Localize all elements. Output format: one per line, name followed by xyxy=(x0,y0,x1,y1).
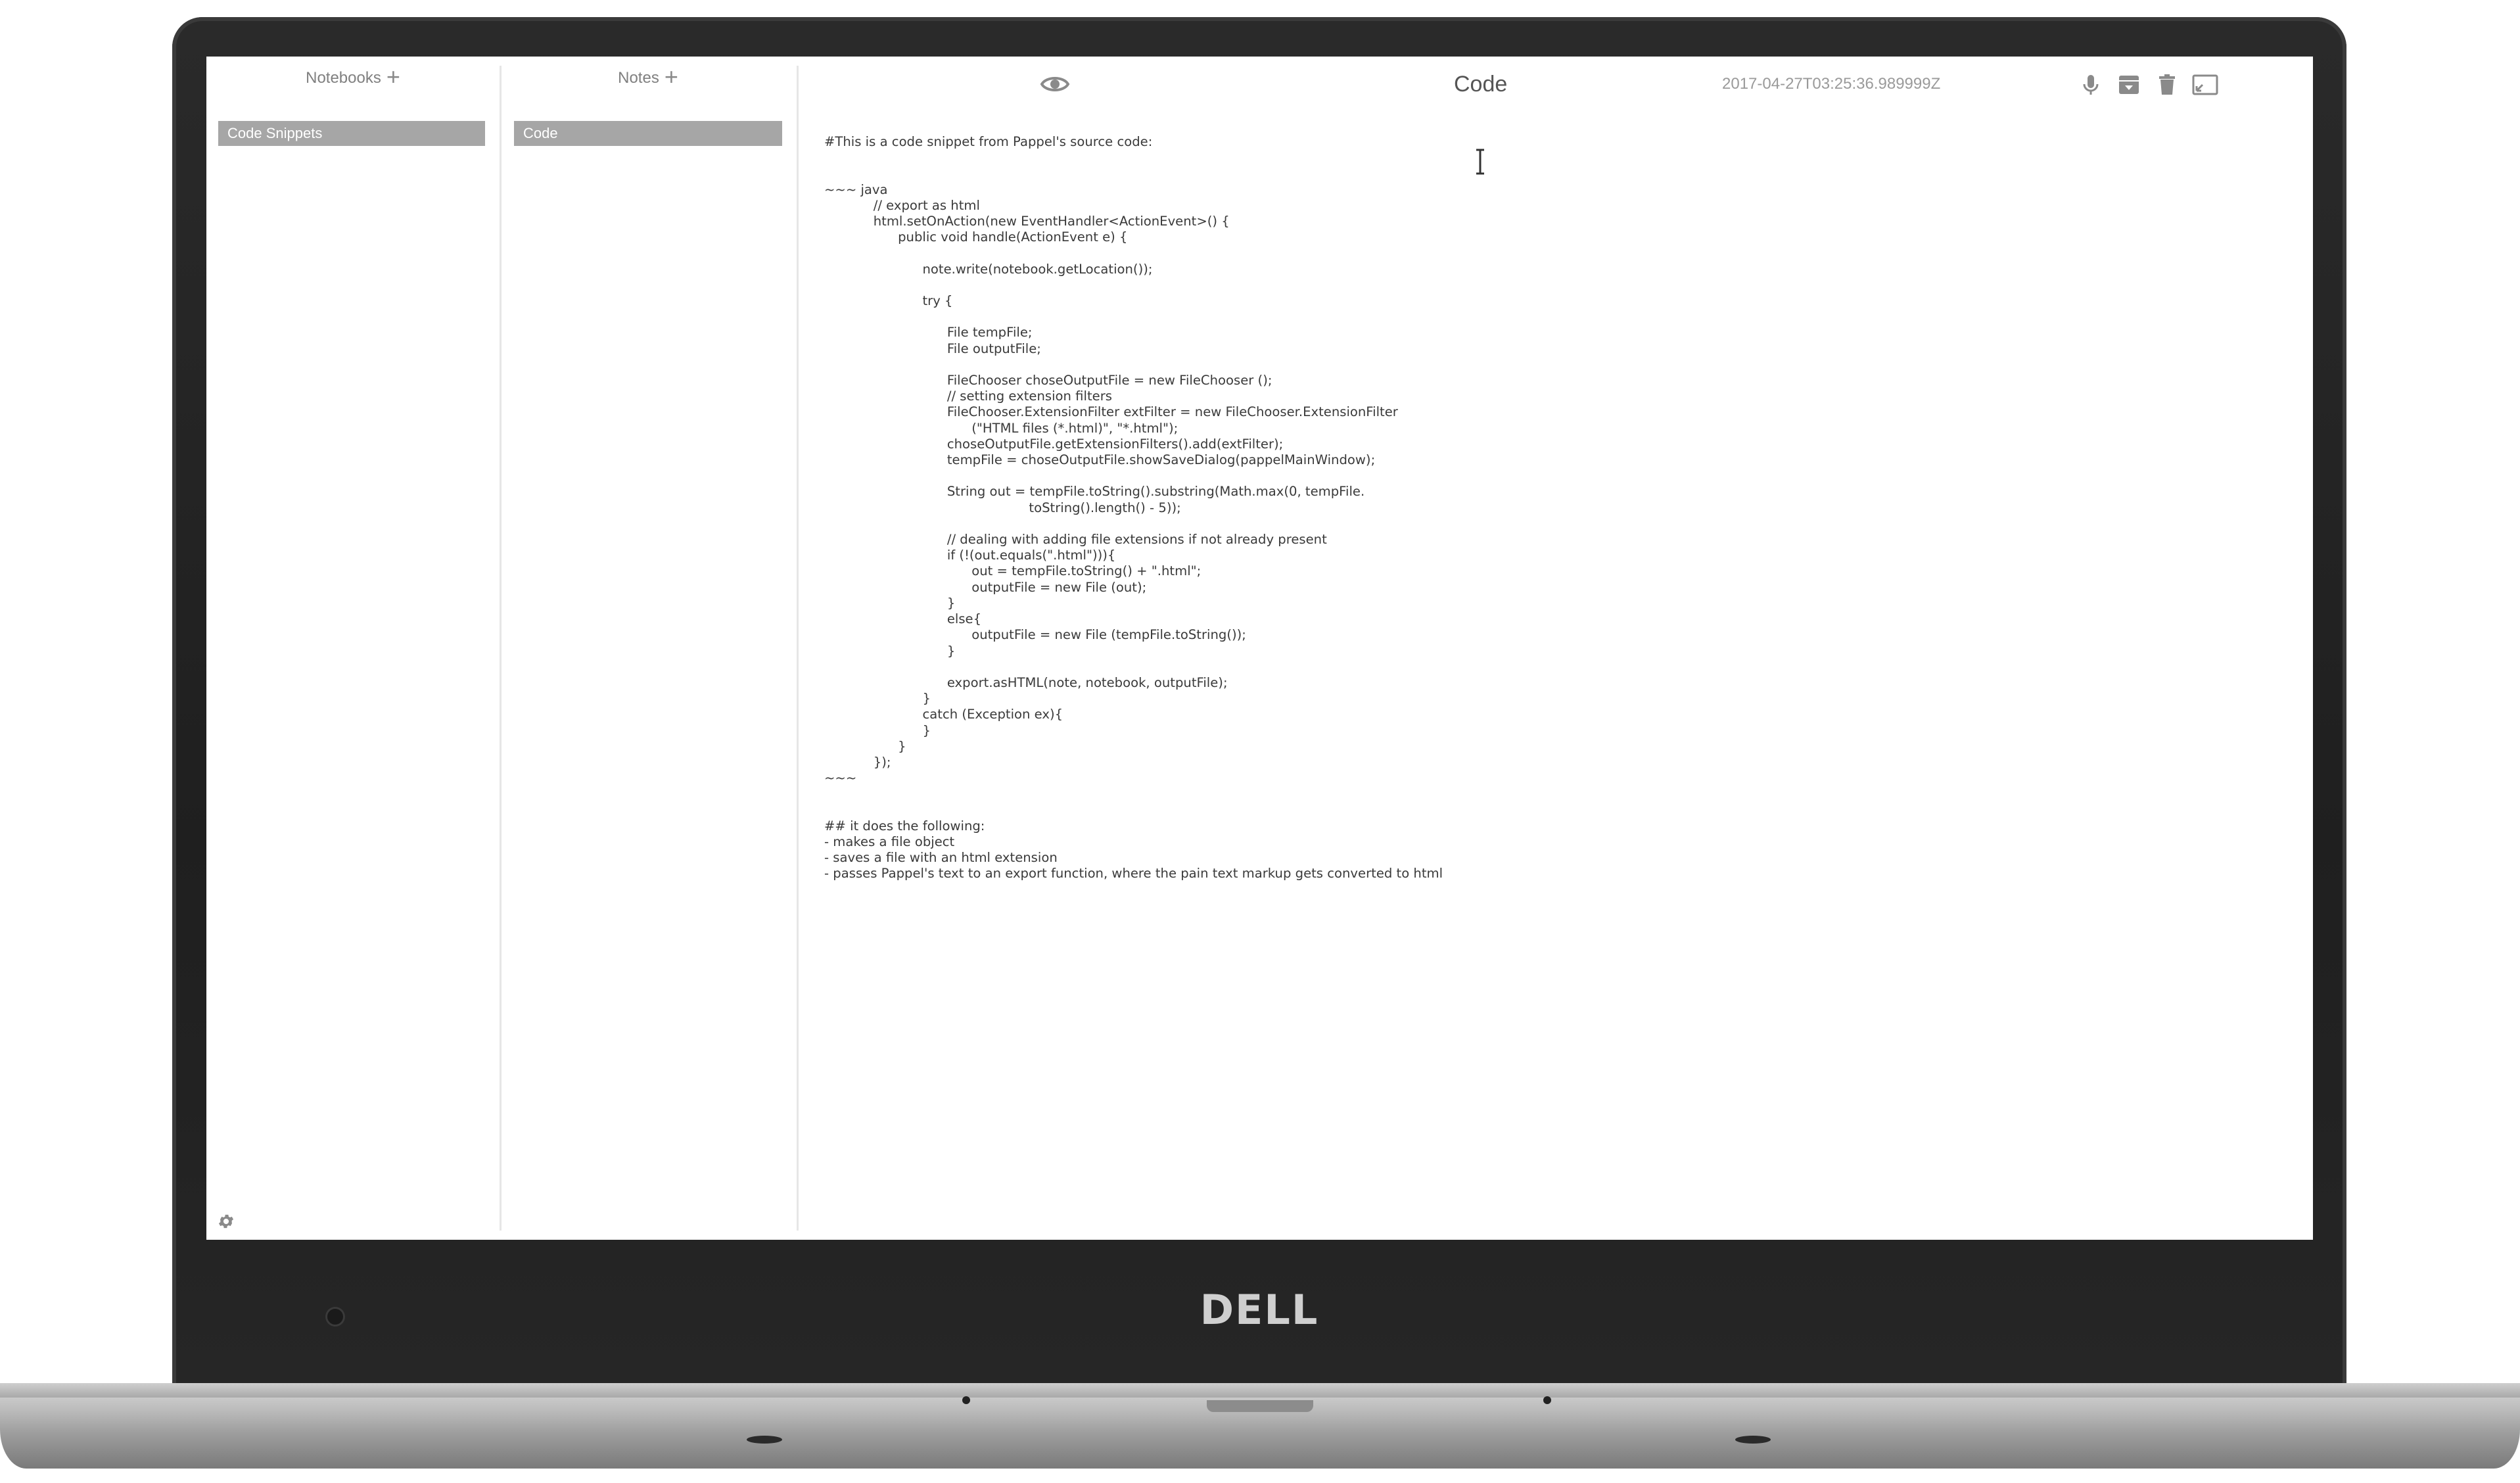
notebooks-panel: Notebooks + Code Snippets xyxy=(206,57,500,1240)
notebook-item-code-snippets[interactable]: Code Snippets xyxy=(218,121,485,146)
eye-icon[interactable] xyxy=(1040,72,1070,96)
svg-text:DELL: DELL xyxy=(1200,1288,1319,1330)
text-cursor-icon xyxy=(1476,149,1484,175)
brand-logo: DELL xyxy=(1194,1286,1325,1334)
notes-panel: Notes + Code xyxy=(500,57,797,1240)
note-item-code[interactable]: Code xyxy=(514,121,782,146)
laptop-notch xyxy=(1207,1400,1313,1412)
notes-header: Notes + xyxy=(500,65,797,89)
notebooks-header-label: Notebooks xyxy=(306,69,381,87)
add-note-button[interactable]: + xyxy=(665,65,678,89)
laptop-foot xyxy=(747,1436,782,1444)
notebooks-header: Notebooks + xyxy=(206,65,500,89)
note-item-label: Code xyxy=(523,125,558,141)
note-editor-text[interactable]: #This is a code snippet from Pappel's so… xyxy=(824,134,2270,1212)
webcam xyxy=(325,1307,345,1327)
notebook-item-label: Code Snippets xyxy=(227,125,323,141)
note-timestamp: 2017-04-27T03:25:36.989999Z xyxy=(1722,75,1941,93)
microphone-icon[interactable] xyxy=(2078,72,2103,97)
trash-icon[interactable] xyxy=(2155,72,2180,97)
app-window: Notebooks + Code Snippets Notes + Code Cod… xyxy=(206,57,2313,1240)
hinge-dot xyxy=(1543,1396,1551,1404)
settings-gear-icon[interactable] xyxy=(217,1212,235,1231)
laptop-foot xyxy=(1735,1436,1771,1444)
laptop-base-edge xyxy=(0,1383,2520,1398)
hinge-dot xyxy=(962,1396,970,1404)
add-notebook-button[interactable]: + xyxy=(386,65,400,89)
fullscreen-icon[interactable] xyxy=(2191,72,2219,97)
editor-panel: Code 2017-04-27T03:25:36.989999Z #This i… xyxy=(797,57,2313,1240)
archive-icon[interactable] xyxy=(2116,72,2141,97)
notes-header-label: Notes xyxy=(618,69,659,87)
note-title[interactable]: Code xyxy=(1454,70,1507,99)
